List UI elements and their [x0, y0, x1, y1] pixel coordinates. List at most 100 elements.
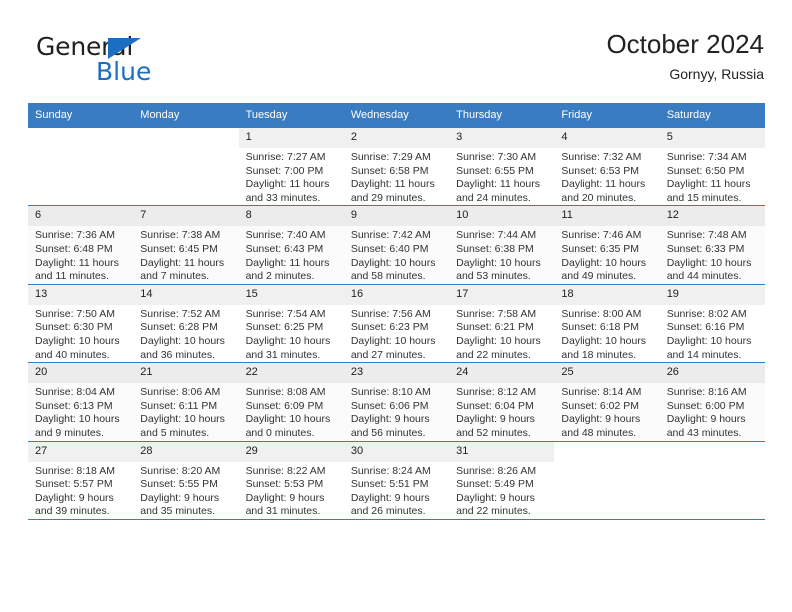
daylight-text-line2: and 53 minutes. [456, 270, 531, 283]
sunrise-text: Sunrise: 7:54 AM [245, 307, 326, 320]
day-number: 17 [449, 284, 555, 305]
day-details: Sunrise: 7:36 AM Sunset: 6:48 PM Daylight:… [28, 226, 133, 283]
calendar-day-cell[interactable]: 4 Sunrise: 7:32 AM Sunset: 6:53 PM Daylight… [554, 128, 660, 207]
sunset-text: Sunset: 6:25 PM [245, 321, 324, 334]
calendar-day-cell[interactable]: 10 Sunrise: 7:44 AM Sunset: 6:38 PM Dayligh… [449, 205, 555, 285]
daylight-text-line2: and 31 minutes. [245, 505, 321, 518]
calendar-day-cell[interactable]: 27 Sunrise: 8:18 AM Sunset: 5:57 PM Dayligh… [28, 441, 134, 520]
calendar-day-cell[interactable]: 5 Sunrise: 7:34 AM Sunset: 6:50 PM Daylight… [659, 128, 765, 207]
day-details: Sunrise: 7:32 AM Sunset: 6:53 PM Daylight:… [554, 148, 659, 205]
daylight-text-line2: and 39 minutes. [35, 505, 110, 518]
sunset-text: Sunset: 6:23 PM [350, 321, 429, 334]
sunset-text: Sunset: 6:02 PM [561, 399, 640, 412]
daylight-text-line1: Daylight: 11 hours [561, 178, 646, 191]
day-number: 25 [554, 363, 660, 384]
calendar-day-cell[interactable]: 12 Sunrise: 7:48 AM Sunset: 6:33 PM Dayligh… [659, 205, 765, 285]
sunset-text: Sunset: 6:18 PM [561, 321, 640, 334]
sunrise-text: Sunrise: 7:34 AM [666, 151, 747, 163]
calendar-day-cell[interactable]: 8 Sunrise: 7:40 AM Sunset: 6:43 PM Daylight… [238, 205, 344, 285]
calendar-day-cell[interactable]: 13 Sunrise: 7:50 AM Sunset: 6:30 PM Dayligh… [28, 284, 134, 364]
sunrise-text: Sunrise: 7:50 AM [35, 307, 115, 320]
sunrise-text: Sunrise: 8:04 AM [35, 386, 115, 399]
daylight-text-line2: and 7 minutes. [140, 270, 210, 283]
calendar-day-cell[interactable]: 31 Sunrise: 8:26 AM Sunset: 5:49 PM Dayligh… [449, 441, 555, 520]
day-number: 14 [133, 284, 239, 305]
calendar-day-cell[interactable]: 15 Sunrise: 7:54 AM Sunset: 6:25 PM Dayligh… [238, 284, 344, 364]
calendar-day-cell[interactable]: 25 Sunrise: 8:14 AM Sunset: 6:02 PM Dayligh… [554, 362, 660, 442]
calendar-day-cell[interactable]: 30 Sunrise: 8:24 AM Sunset: 5:51 PM Dayligh… [343, 441, 450, 520]
calendar-day-cell[interactable]: 6 Sunrise: 7:36 AM Sunset: 6:48 PM Daylight… [28, 205, 134, 285]
calendar-day-cell[interactable]: 23 Sunrise: 8:10 AM Sunset: 6:06 PM Dayligh… [343, 362, 450, 442]
day-number: 10 [449, 206, 555, 227]
daylight-text-line1: Daylight: 11 hours [350, 178, 435, 191]
day-number: 21 [133, 363, 239, 384]
sunset-text: Sunset: 7:00 PM [245, 164, 324, 177]
calendar-day-cell[interactable]: 1 Sunrise: 7:27 AM Sunset: 7:00 PM Daylight… [238, 128, 344, 207]
weekday-header-sunday: Sunday [28, 103, 134, 128]
day-details: Sunrise: 7:50 AM Sunset: 6:30 PM Daylight:… [28, 305, 133, 362]
day-number [133, 128, 238, 135]
daylight-text-line1: Daylight: 9 hours [456, 413, 535, 426]
day-number: 15 [238, 284, 344, 305]
calendar-header-row: Sunday Monday Tuesday Wednesday Thursday… [28, 103, 765, 128]
calendar-day-cell[interactable]: 22 Sunrise: 8:08 AM Sunset: 6:09 PM Dayligh… [238, 362, 344, 442]
month-calendar-table: Sunday Monday Tuesday Wednesday Thursday… [28, 103, 765, 520]
daylight-text-line1: Daylight: 9 hours [666, 413, 746, 426]
sunrise-text: Sunrise: 8:18 AM [35, 464, 115, 477]
sunset-text: Sunset: 5:55 PM [140, 478, 218, 491]
general-blue-logo[interactable]: General Blue [36, 34, 226, 92]
daylight-text-line1: Daylight: 10 hours [140, 334, 225, 347]
day-details: Sunrise: 8:00 AM Sunset: 6:18 PM Daylight:… [554, 305, 659, 362]
calendar-empty-cell [133, 128, 239, 207]
sunrise-text: Sunrise: 7:29 AM [350, 151, 431, 163]
daylight-text-line2: and 48 minutes. [561, 426, 637, 439]
sunrise-text: Sunrise: 7:27 AM [245, 151, 326, 163]
calendar-day-cell[interactable]: 17 Sunrise: 7:58 AM Sunset: 6:21 PM Dayligh… [449, 284, 555, 364]
daylight-text-line1: Daylight: 10 hours [245, 413, 331, 426]
daylight-text-line1: Daylight: 9 hours [561, 413, 641, 426]
sunrise-text: Sunrise: 8:24 AM [350, 464, 431, 477]
day-number: 30 [343, 441, 450, 462]
calendar-day-cell[interactable]: 18 Sunrise: 8:00 AM Sunset: 6:18 PM Dayligh… [554, 284, 660, 364]
calendar-day-cell[interactable]: 21 Sunrise: 8:06 AM Sunset: 6:11 PM Dayligh… [133, 362, 239, 442]
day-number: 8 [238, 206, 344, 227]
sunset-text: Sunset: 5:53 PM [245, 478, 324, 491]
calendar-day-cell[interactable]: 14 Sunrise: 7:52 AM Sunset: 6:28 PM Dayligh… [133, 284, 239, 364]
calendar-day-cell[interactable]: 3 Sunrise: 7:30 AM Sunset: 6:55 PM Daylight… [449, 128, 555, 207]
calendar-day-cell[interactable]: 19 Sunrise: 8:02 AM Sunset: 6:16 PM Dayligh… [659, 284, 765, 364]
calendar-day-cell[interactable]: 26 Sunrise: 8:16 AM Sunset: 6:00 PM Dayligh… [659, 362, 765, 442]
calendar-day-cell[interactable]: 11 Sunrise: 7:46 AM Sunset: 6:35 PM Dayligh… [554, 205, 660, 285]
day-details: Sunrise: 7:42 AM Sunset: 6:40 PM Daylight:… [344, 226, 449, 283]
calendar-day-cell[interactable]: 16 Sunrise: 7:56 AM Sunset: 6:23 PM Dayligh… [343, 284, 450, 364]
calendar-day-cell[interactable]: 29 Sunrise: 8:22 AM Sunset: 5:53 PM Dayligh… [238, 441, 344, 520]
sunrise-text: Sunrise: 8:26 AM [456, 464, 537, 477]
calendar-empty-cell [28, 128, 134, 207]
sunrise-text: Sunrise: 7:56 AM [350, 307, 431, 320]
sunset-text: Sunset: 6:38 PM [456, 242, 534, 255]
day-number: 3 [449, 128, 555, 148]
sunrise-text: Sunrise: 7:40 AM [245, 229, 326, 242]
sunset-text: Sunset: 6:09 PM [245, 399, 324, 412]
daylight-text-line2: and 5 minutes. [140, 426, 210, 439]
daylight-text-line1: Daylight: 10 hours [561, 334, 647, 347]
sunset-text: Sunset: 6:45 PM [140, 242, 218, 255]
day-details: Sunrise: 8:20 AM Sunset: 5:55 PM Daylight:… [133, 462, 238, 519]
calendar-day-cell[interactable]: 28 Sunrise: 8:20 AM Sunset: 5:55 PM Dayligh… [133, 441, 239, 520]
day-number: 19 [659, 284, 765, 305]
day-number: 23 [343, 363, 450, 384]
sunrise-text: Sunrise: 8:08 AM [245, 386, 326, 399]
calendar-day-cell[interactable]: 2 Sunrise: 7:29 AM Sunset: 6:58 PM Daylight… [343, 128, 450, 207]
sunset-text: Sunset: 6:13 PM [35, 399, 113, 412]
sunset-text: Sunset: 6:48 PM [35, 242, 113, 255]
sunset-text: Sunset: 6:40 PM [350, 242, 429, 255]
calendar-day-cell[interactable]: 20 Sunrise: 8:04 AM Sunset: 6:13 PM Dayligh… [28, 362, 134, 442]
calendar-day-cell[interactable]: 24 Sunrise: 8:12 AM Sunset: 6:04 PM Dayligh… [449, 362, 555, 442]
sunset-text: Sunset: 6:33 PM [666, 242, 745, 255]
calendar-day-cell[interactable]: 7 Sunrise: 7:38 AM Sunset: 6:45 PM Daylight… [133, 205, 239, 285]
calendar-day-cell[interactable]: 9 Sunrise: 7:42 AM Sunset: 6:40 PM Daylight… [343, 205, 450, 285]
sunrise-text: Sunrise: 7:46 AM [561, 229, 642, 242]
day-number [28, 128, 133, 135]
daylight-text-line2: and 9 minutes. [35, 426, 104, 439]
day-details: Sunrise: 7:48 AM Sunset: 6:33 PM Daylight:… [660, 226, 765, 283]
sunrise-text: Sunrise: 8:12 AM [456, 386, 537, 399]
